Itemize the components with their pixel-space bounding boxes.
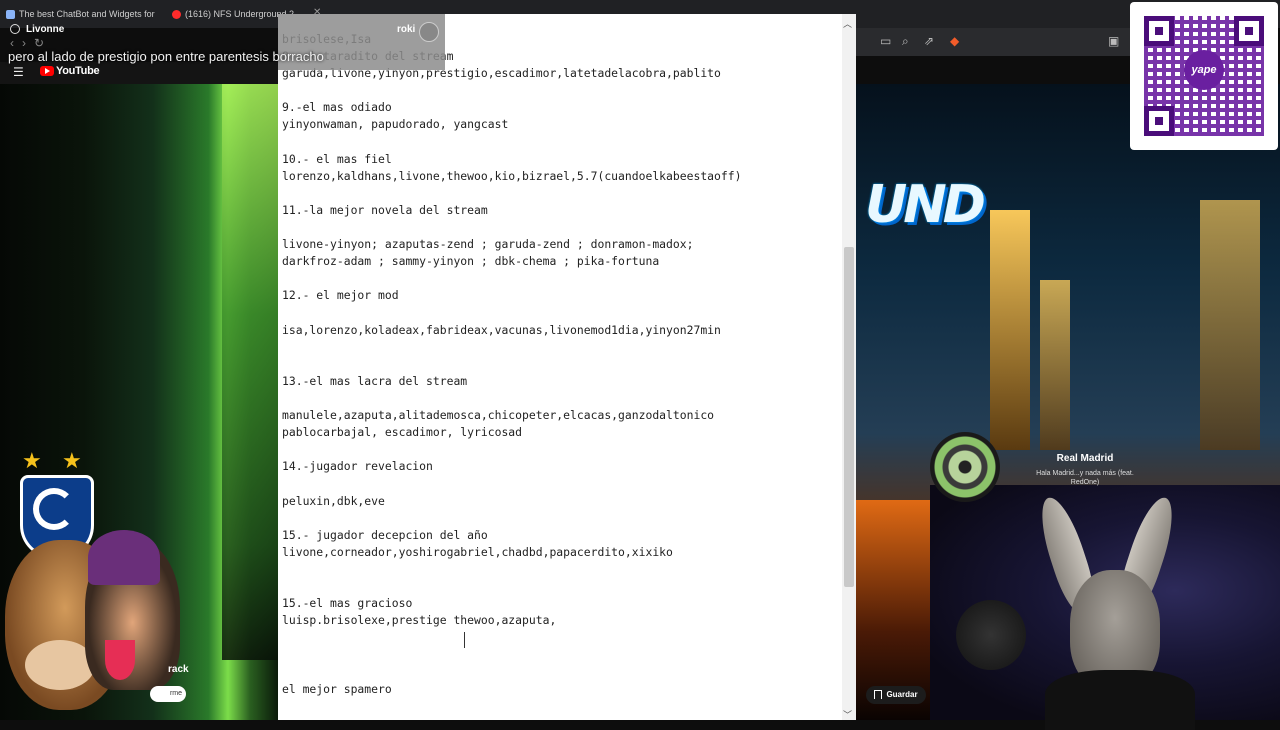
browser-tab[interactable]: The best ChatBot and Widgets for K (6, 4, 156, 24)
scroll-up-icon[interactable]: ︿ (843, 17, 852, 30)
share-icon[interactable]: ⇗ (924, 34, 934, 48)
notepad-document[interactable]: brisolese,Isa8.-el taradito del streamga… (278, 14, 856, 720)
document-line[interactable] (282, 356, 842, 373)
album-art-disc (930, 432, 1000, 502)
document-line[interactable]: 15.- jugador decepcion del año (282, 527, 842, 544)
document-line[interactable]: yinyonwaman, papudorado, yangcast (282, 116, 842, 133)
screenshot-icon[interactable]: ▭ (880, 34, 891, 48)
yape-qr-code: yape (1130, 2, 1278, 150)
document-line[interactable] (282, 441, 842, 458)
document-line[interactable]: 15.-el mas gracioso (282, 595, 842, 612)
document-line[interactable]: 11.-la mejor novela del stream (282, 202, 842, 219)
song-artist: Hala Madrid...y nada más (feat. RedOne) (1036, 470, 1134, 486)
menu-icon[interactable]: ☰ (13, 65, 24, 79)
document-line[interactable]: 9.-el mas odiado (282, 99, 842, 116)
document-line[interactable]: manulele,azaputa,alitademosca,chicopeter… (282, 407, 842, 424)
document-line[interactable] (282, 578, 842, 595)
document-line[interactable]: darkfroz-adam ; sammy-yinyon ; dbk-chema… (282, 253, 842, 270)
document-line[interactable] (282, 134, 842, 151)
qr-finder (1234, 16, 1264, 46)
webcam-chair (956, 600, 1026, 670)
youtube-logo-icon[interactable] (40, 66, 54, 76)
document-line[interactable] (282, 629, 842, 646)
document-line[interactable]: peluxin,dbk,eve (282, 493, 842, 510)
song-title: Real Madrid (1056, 453, 1114, 464)
star-icon: ★ (62, 448, 82, 473)
game-logo: UND (865, 175, 986, 235)
zoom-icon[interactable]: ⌕ (902, 34, 909, 49)
document-line[interactable] (282, 663, 842, 680)
youtube-logo-text[interactable]: YouTube (56, 65, 100, 77)
document-line[interactable] (282, 82, 842, 99)
document-line[interactable]: 14.-jugador revelacion (282, 458, 842, 475)
document-line[interactable]: pablocarbajal, escadimor, lyricosad (282, 424, 842, 441)
star-icon: ★ (22, 448, 42, 473)
viewer-name: Livonne (10, 24, 64, 35)
person-icon (10, 24, 20, 35)
document-line[interactable] (282, 270, 842, 287)
track-label: rack (168, 664, 189, 675)
save-button[interactable]: Guardar (866, 686, 926, 704)
confirm-button[interactable]: rme (150, 686, 186, 702)
chat-username: roki (397, 24, 416, 35)
mascot-tongue (105, 640, 135, 680)
now-playing-widget: Real Madrid Hala Madrid...y nada más (fe… (930, 432, 1180, 502)
chat-message: pero al lado de prestigio pon entre pare… (8, 49, 324, 64)
document-line[interactable]: el mejor spamero (282, 681, 842, 698)
qr-finder (1144, 16, 1174, 46)
qr-finder (1144, 106, 1174, 136)
building (1040, 280, 1070, 450)
bookmark-icon (874, 690, 883, 700)
document-line[interactable]: luisp.brisolexe,prestige thewoo,azaputa, (282, 612, 842, 629)
document-line[interactable]: 12.- el mejor mod (282, 287, 842, 304)
document-line[interactable] (282, 219, 842, 236)
building (1200, 200, 1260, 450)
sidebar-toggle-icon[interactable]: ▣ (1108, 34, 1119, 48)
chat-avatar (419, 22, 439, 42)
document-line[interactable] (282, 646, 842, 663)
document-line[interactable] (282, 390, 842, 407)
document-line[interactable] (282, 305, 842, 322)
document-line[interactable]: livone,corneador,yoshirogabriel,chadbd,p… (282, 544, 842, 561)
document-line[interactable]: 13.-el mas lacra del stream (282, 373, 842, 390)
yape-logo: yape (1184, 50, 1224, 90)
browser-toolbar: ▭ ⌕ ⇗ ◆ ▣ (856, 28, 1130, 56)
crest-c-icon (33, 488, 75, 530)
game-glow (222, 84, 278, 660)
youtube-icon (172, 10, 181, 20)
tab-title: The best ChatBot and Widgets for K (19, 9, 156, 19)
document-line[interactable] (282, 185, 842, 202)
building (990, 210, 1030, 450)
text-cursor (464, 632, 465, 648)
document-line[interactable] (282, 561, 842, 578)
site-icon (6, 10, 15, 20)
brave-shield-icon[interactable]: ◆ (950, 34, 959, 48)
document-line[interactable]: lorenzo,kaldhans,livone,thewoo,kio,bizra… (282, 168, 842, 185)
document-line[interactable]: livone-yinyon; azaputas-zend ; garuda-ze… (282, 236, 842, 253)
document-line[interactable] (282, 475, 842, 492)
streamer-body (1045, 670, 1195, 730)
document-line[interactable]: isa,lorenzo,koladeax,fabrideax,vacunas,l… (282, 322, 842, 339)
scroll-down-icon[interactable]: ﹀ (843, 708, 852, 721)
mascot-beanie (88, 530, 160, 585)
document-line[interactable] (282, 510, 842, 527)
document-line[interactable]: 10.- el mas fiel (282, 151, 842, 168)
nav-icons[interactable]: ‹›↻ (10, 36, 52, 50)
scrollbar-thumb[interactable] (844, 247, 854, 587)
document-line[interactable] (282, 339, 842, 356)
document-text[interactable]: brisolese,Isa8.-el taradito del streamga… (282, 31, 842, 698)
